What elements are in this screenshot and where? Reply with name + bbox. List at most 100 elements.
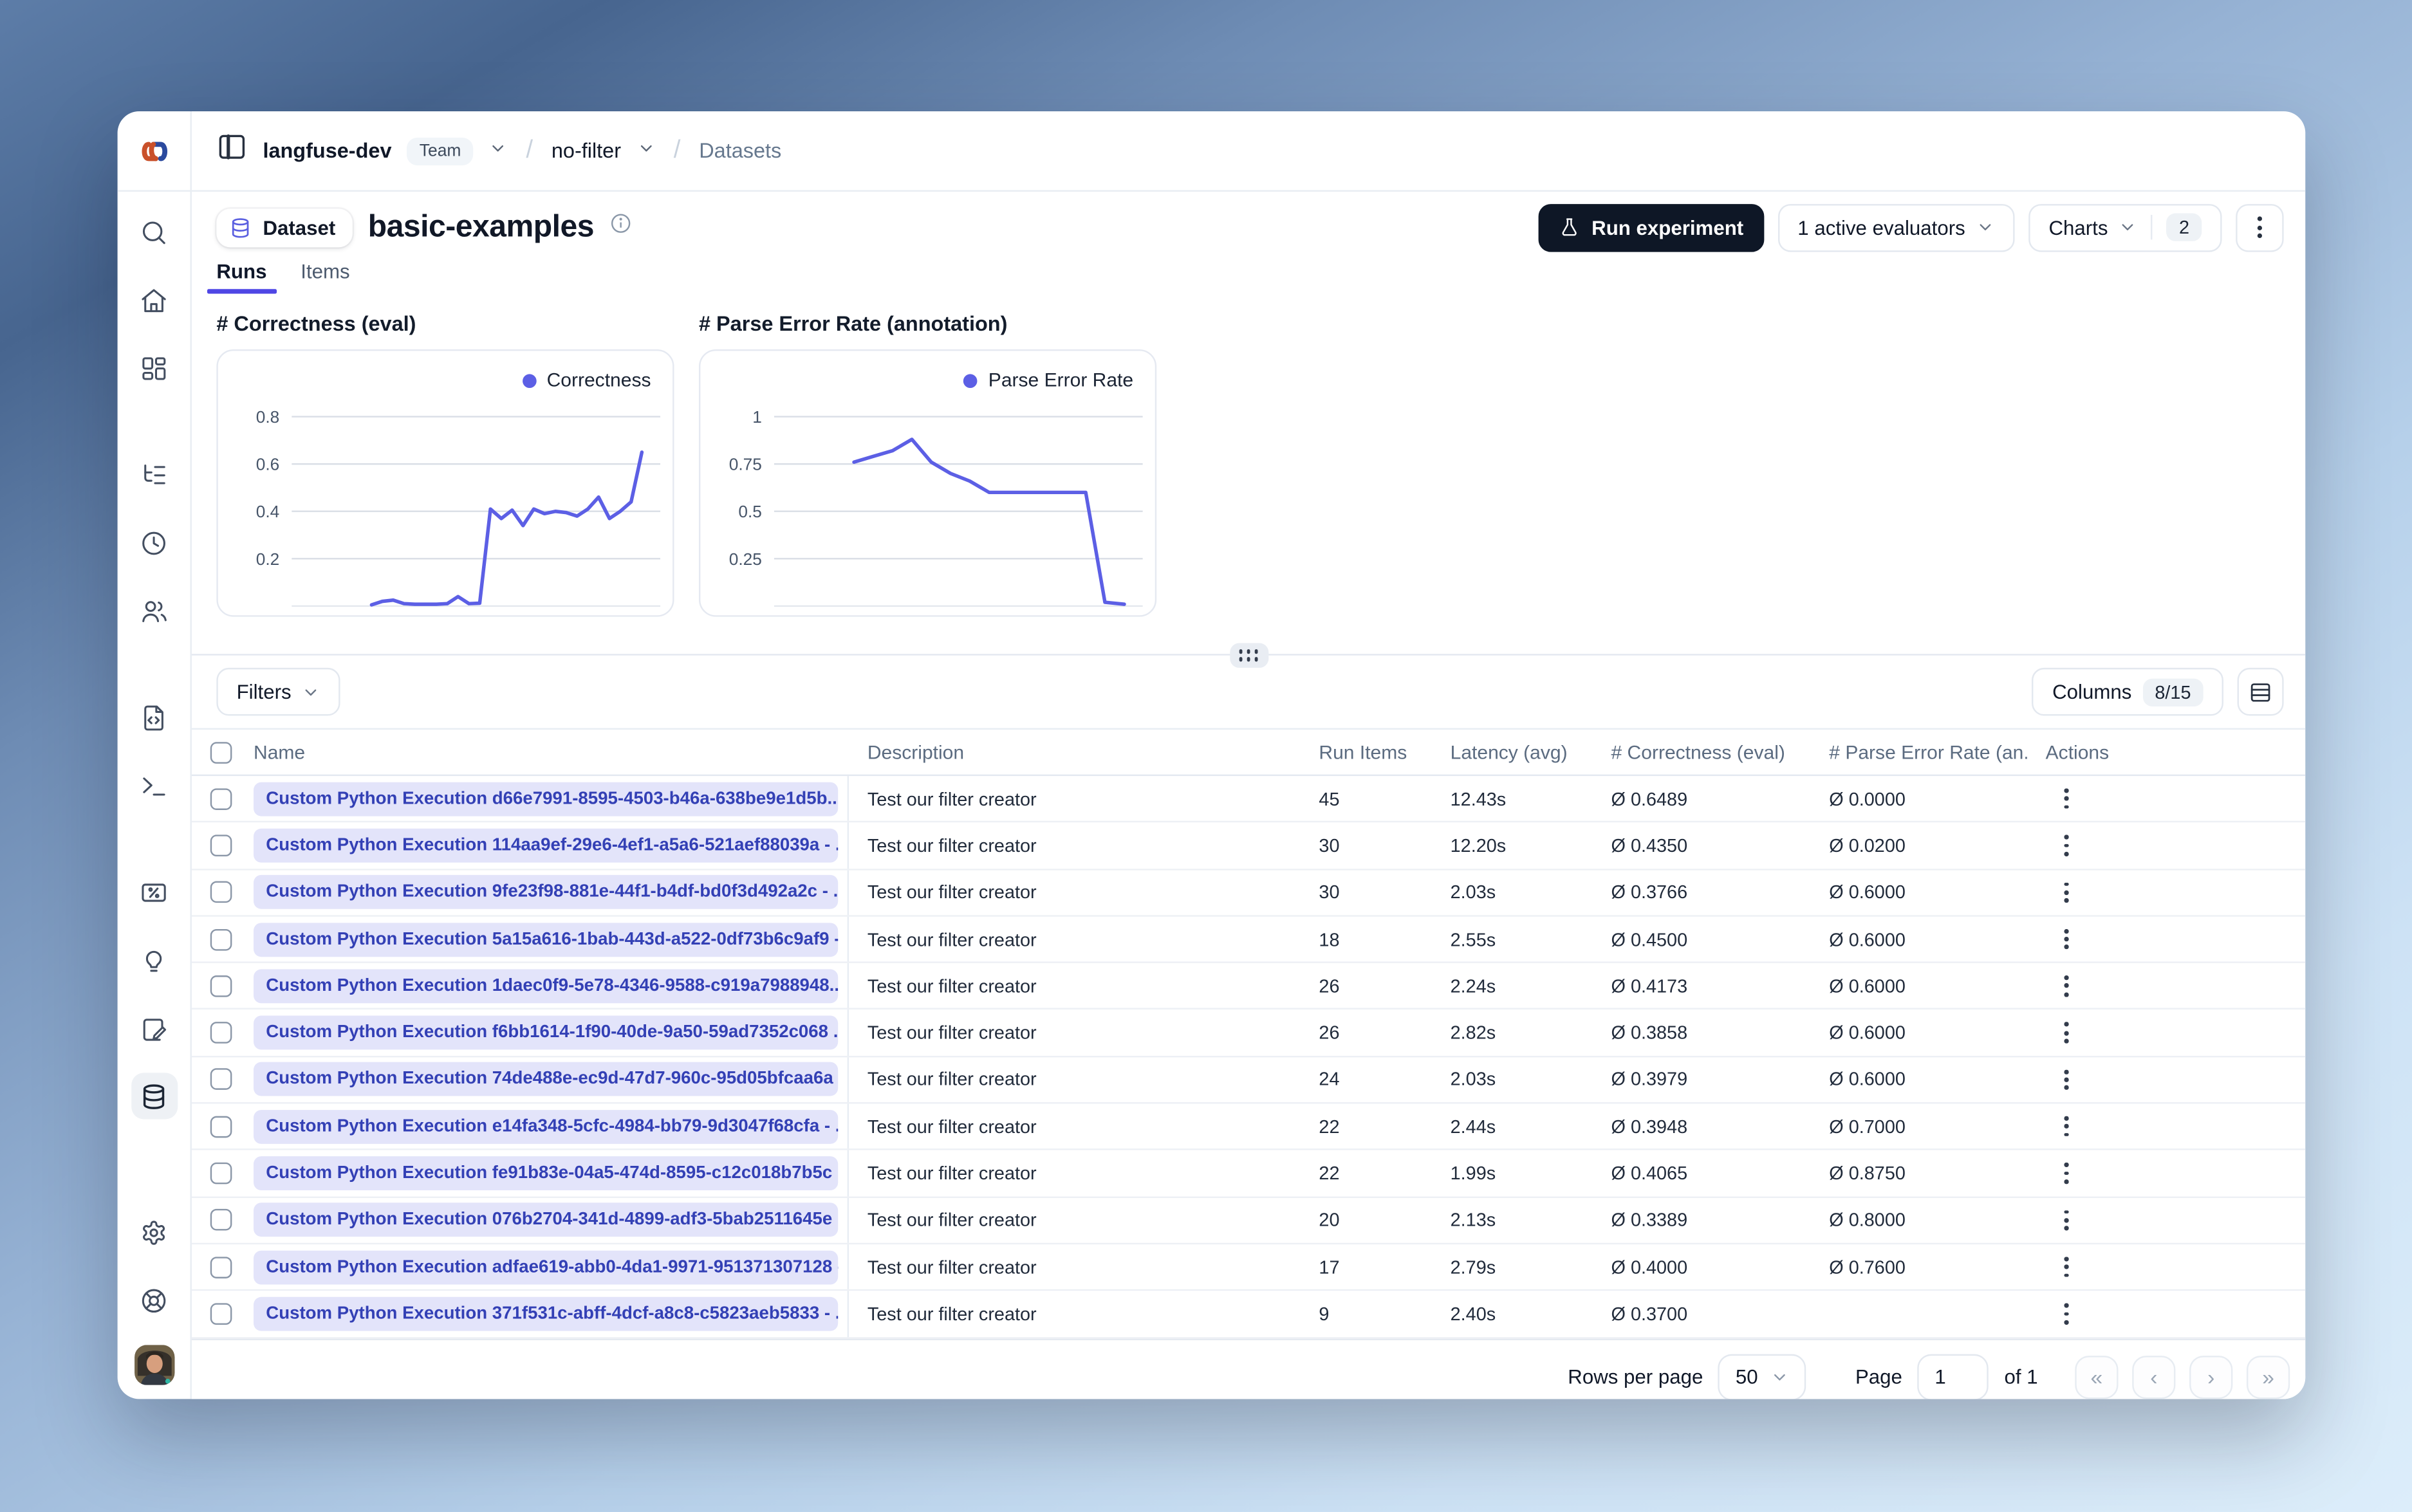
project-switcher-chevron[interactable] xyxy=(636,137,655,165)
row-checkbox[interactable] xyxy=(210,1256,232,1278)
run-name-link[interactable]: Custom Python Execution 1daec0f9-5e78-43… xyxy=(254,969,839,1003)
select-all-checkbox[interactable] xyxy=(210,741,232,763)
info-icon[interactable] xyxy=(609,212,633,243)
sidebar-item-users[interactable] xyxy=(131,587,177,634)
breadcrumb-project[interactable]: no-filter xyxy=(552,139,621,162)
sidebar-item-settings[interactable] xyxy=(131,1209,177,1255)
row-checkbox[interactable] xyxy=(210,1162,232,1185)
chart-title: # Parse Error Rate (annotation) xyxy=(698,312,1008,336)
run-name-link[interactable]: Custom Python Execution f6bb1614-1f90-40… xyxy=(254,1015,839,1050)
tab-items[interactable]: Items xyxy=(301,260,349,294)
first-page-button[interactable]: « xyxy=(2075,1355,2119,1399)
active-evaluators-button[interactable]: 1 active evaluators xyxy=(1777,203,2015,252)
sidebar-toggle-button[interactable] xyxy=(216,131,247,170)
run-name-link[interactable]: Custom Python Execution 5a15a616-1bab-44… xyxy=(254,922,839,957)
sidebar-item-annotation[interactable] xyxy=(131,1005,177,1051)
file-code-icon xyxy=(144,705,163,730)
run-name-link[interactable]: Custom Python Execution e14fa348-5cfc-49… xyxy=(254,1109,839,1144)
breadcrumb-section[interactable]: Datasets xyxy=(699,139,781,162)
row-checkbox[interactable] xyxy=(210,1069,232,1091)
chevron-down-icon xyxy=(1774,1373,1785,1380)
row-checkbox[interactable] xyxy=(210,1022,232,1044)
prev-page-button[interactable]: ‹ xyxy=(2132,1355,2176,1399)
charts-section: # Correctness (eval) 0.2 0.4 0.6 0.8 Correc… xyxy=(192,293,2305,640)
row-actions-button[interactable] xyxy=(2064,1303,2069,1325)
table-row: Custom Python Execution 74de488e-ec9d-47… xyxy=(191,1056,2306,1104)
langfuse-logo[interactable] xyxy=(117,111,190,192)
legend-dot-icon xyxy=(522,373,536,387)
column-header-parse-error[interactable]: # Parse Error Rate (an... xyxy=(1810,741,2027,763)
row-checkbox[interactable] xyxy=(210,1209,232,1231)
column-header-name[interactable]: Name xyxy=(235,741,849,763)
row-actions-button[interactable] xyxy=(2064,1116,2069,1137)
row-actions-button[interactable] xyxy=(2064,881,2069,903)
page-number-input[interactable] xyxy=(1917,1353,1989,1399)
row-actions-button[interactable] xyxy=(2064,1163,2069,1184)
run-name-link[interactable]: Custom Python Execution fe91b83e-04a5-47… xyxy=(254,1156,839,1191)
row-actions-button[interactable] xyxy=(2064,928,2069,950)
sidebar-item-sessions[interactable] xyxy=(131,519,177,566)
run-latency-value: 2.44s xyxy=(1450,1116,1496,1138)
run-latency-value: 12.20s xyxy=(1450,834,1507,856)
row-checkbox[interactable] xyxy=(210,881,232,903)
row-checkbox[interactable] xyxy=(210,975,232,997)
run-name-link[interactable]: Custom Python Execution 371f531c-abff-4d… xyxy=(254,1296,839,1331)
run-name-link[interactable]: Custom Python Execution 74de488e-ec9d-47… xyxy=(254,1062,839,1097)
run-name-link[interactable]: Custom Python Execution 076b2704-341d-48… xyxy=(254,1203,839,1237)
dataset-menu-button[interactable] xyxy=(2236,203,2284,252)
tab-runs[interactable]: Runs xyxy=(207,260,275,294)
run-items-value: 30 xyxy=(1319,881,1340,903)
run-name-link[interactable]: Custom Python Execution 114aa9ef-29e6-4e… xyxy=(254,828,839,863)
run-correctness-value: Ø 0.4350 xyxy=(1611,834,1688,856)
run-name-link[interactable]: Custom Python Execution adfae619-abb0-4d… xyxy=(254,1249,839,1284)
row-height-button[interactable] xyxy=(2237,667,2284,716)
row-checkbox[interactable] xyxy=(210,1116,232,1138)
row-actions-button[interactable] xyxy=(2064,1069,2069,1091)
column-header-latency[interactable]: Latency (avg) xyxy=(1432,741,1593,763)
column-header-description[interactable]: Description xyxy=(849,741,1301,763)
row-checkbox[interactable] xyxy=(210,834,232,856)
filters-button[interactable]: Filters xyxy=(216,667,341,716)
sidebar-item-search[interactable] xyxy=(131,208,177,255)
columns-button[interactable]: Columns 8/15 xyxy=(2032,667,2223,716)
sidebar-item-datasets[interactable] xyxy=(131,1073,178,1120)
row-actions-button[interactable] xyxy=(2064,1210,2069,1231)
row-actions-button[interactable] xyxy=(2064,1022,2069,1044)
run-name-link[interactable]: Custom Python Execution d66e7991-8595-45… xyxy=(254,781,839,816)
run-description: Test our filter creator xyxy=(867,928,1037,950)
run-name-link[interactable]: Custom Python Execution 9fe23f98-881e-44… xyxy=(254,875,839,910)
breadcrumb-org[interactable]: langfuse-dev xyxy=(263,139,391,162)
row-checkbox[interactable] xyxy=(210,788,232,810)
row-checkbox[interactable] xyxy=(210,1303,232,1325)
home-icon xyxy=(142,288,166,311)
sidebar-item-support[interactable] xyxy=(131,1277,177,1323)
last-page-button[interactable]: » xyxy=(2246,1355,2290,1399)
run-description: Test our filter creator xyxy=(867,1022,1037,1044)
org-switcher-chevron[interactable] xyxy=(489,137,508,165)
charts-toggle-button[interactable]: Charts 2 xyxy=(2028,203,2222,252)
database-icon xyxy=(232,217,249,237)
sidebar-item-dashboards[interactable] xyxy=(131,345,177,391)
sidebar-item-insights[interactable] xyxy=(131,937,177,983)
run-experiment-button[interactable]: Run experiment xyxy=(1539,203,1764,252)
drag-handle[interactable] xyxy=(1229,643,1268,668)
sidebar-item-evaluation[interactable] xyxy=(131,869,177,915)
sidebar-item-tracing[interactable] xyxy=(131,452,177,498)
run-parse-error-value: Ø 0.0000 xyxy=(1829,788,1906,810)
run-parse-error-value: Ø 0.6000 xyxy=(1829,928,1906,950)
column-header-correctness[interactable]: # Correctness (eval) xyxy=(1593,741,1811,763)
next-page-button[interactable]: › xyxy=(2189,1355,2233,1399)
sidebar-item-prompts[interactable] xyxy=(131,694,177,741)
row-actions-button[interactable] xyxy=(2064,1257,2069,1278)
row-actions-button[interactable] xyxy=(2064,975,2069,997)
sidebar-item-playground[interactable] xyxy=(131,762,177,808)
sidebar-item-home[interactable] xyxy=(131,277,177,323)
rows-per-page-select[interactable]: 50 xyxy=(1718,1353,1806,1399)
column-header-run-items[interactable]: Run Items xyxy=(1301,741,1432,763)
row-checkbox[interactable] xyxy=(210,928,232,950)
row-actions-button[interactable] xyxy=(2064,835,2069,856)
search-icon xyxy=(142,221,165,244)
user-avatar[interactable] xyxy=(133,1345,174,1385)
row-actions-button[interactable] xyxy=(2064,788,2069,809)
run-correctness-value: Ø 0.3700 xyxy=(1611,1303,1688,1325)
